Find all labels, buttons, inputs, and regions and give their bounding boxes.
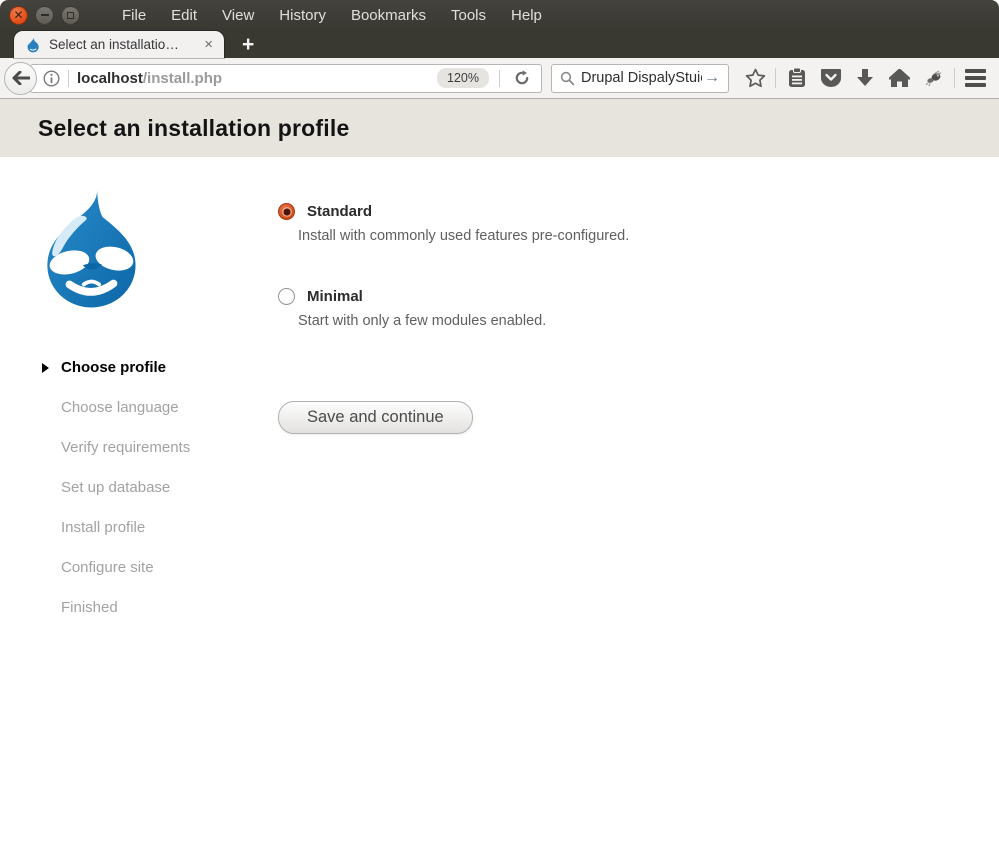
step-label: Set up database xyxy=(61,479,170,496)
profile-form: Standard Install with commonly used feat… xyxy=(278,185,629,637)
option-row: Minimal xyxy=(278,288,629,305)
window-maximize-button[interactable] xyxy=(61,6,80,25)
back-button[interactable] xyxy=(4,62,37,95)
toolbar-divider xyxy=(775,68,776,88)
menu-history[interactable]: History xyxy=(279,7,326,24)
profile-option-minimal: Minimal Start with only a few modules en… xyxy=(278,288,629,329)
step-set-up-database: Set up database xyxy=(33,477,278,499)
download-arrow-icon xyxy=(856,68,874,88)
radio-minimal[interactable] xyxy=(278,288,295,305)
browser-menubar: File Edit View History Bookmarks Tools H… xyxy=(122,7,542,24)
menu-bookmarks[interactable]: Bookmarks xyxy=(351,7,426,24)
bookmark-star-button[interactable] xyxy=(741,64,769,92)
active-step-arrow-icon xyxy=(42,363,49,373)
urlbar-divider-2 xyxy=(499,70,500,87)
step-label: Choose language xyxy=(61,399,179,416)
url-bar[interactable]: localhost/install.php 120% xyxy=(30,64,542,93)
toolbar-icons xyxy=(741,64,989,92)
navigation-toolbar: localhost/install.php 120% → xyxy=(0,58,999,99)
clipboard-icon xyxy=(787,67,807,89)
step-label: Configure site xyxy=(61,559,154,576)
step-install-profile: Install profile xyxy=(33,517,278,539)
reload-button[interactable] xyxy=(508,70,536,86)
extension-bug-button[interactable] xyxy=(920,64,948,92)
installer-content: Choose profile Choose language Verify re… xyxy=(0,157,999,637)
site-info-icon[interactable] xyxy=(43,70,60,87)
url-path: /install.php xyxy=(143,70,222,87)
extension-bug-icon xyxy=(924,69,944,87)
option-label-standard[interactable]: Standard xyxy=(307,203,372,220)
tab-active[interactable]: Select an installatio… × xyxy=(14,31,224,58)
page-header: Select an installation profile xyxy=(0,99,999,157)
step-configure-site: Configure site xyxy=(33,557,278,579)
profile-option-standard: Standard Install with commonly used feat… xyxy=(278,203,629,244)
step-label: Verify requirements xyxy=(61,439,190,456)
step-choose-language: Choose language xyxy=(33,397,278,419)
step-finished: Finished xyxy=(33,597,278,619)
toolbar-divider-2 xyxy=(954,68,955,88)
installer-sidebar: Choose profile Choose language Verify re… xyxy=(33,185,278,637)
search-input[interactable] xyxy=(581,70,702,86)
home-button[interactable] xyxy=(885,64,913,92)
search-icon xyxy=(560,71,575,86)
option-description-standard: Install with commonly used features pre-… xyxy=(298,228,629,244)
option-row: Standard xyxy=(278,203,629,220)
save-and-continue-button[interactable]: Save and continue xyxy=(278,401,473,434)
window-minimize-button[interactable] xyxy=(35,6,54,25)
urlbar-divider xyxy=(68,70,69,87)
option-label-minimal[interactable]: Minimal xyxy=(307,288,363,305)
hamburger-bar xyxy=(965,69,986,73)
radio-standard[interactable] xyxy=(278,203,295,220)
pocket-icon xyxy=(820,68,842,88)
hamburger-bar xyxy=(965,83,986,87)
zoom-level-badge[interactable]: 120% xyxy=(437,68,489,88)
url-host: localhost xyxy=(77,70,143,87)
page-title: Select an installation profile xyxy=(38,115,349,142)
window-controls: ✕ xyxy=(9,6,80,25)
pocket-button[interactable] xyxy=(817,64,845,92)
bookmarks-panel-button[interactable] xyxy=(783,64,811,92)
drupal-logo xyxy=(33,185,148,313)
tab-strip: Select an installatio… × + xyxy=(0,30,999,58)
step-label: Install profile xyxy=(61,519,145,536)
search-go-icon[interactable]: → xyxy=(702,69,722,87)
step-verify-requirements: Verify requirements xyxy=(33,437,278,459)
step-label: Choose profile xyxy=(61,359,166,376)
home-icon xyxy=(889,69,910,88)
menu-hamburger-button[interactable] xyxy=(961,64,989,92)
installer-steps: Choose profile Choose language Verify re… xyxy=(33,357,278,619)
menu-view[interactable]: View xyxy=(222,7,254,24)
option-description-minimal: Start with only a few modules enabled. xyxy=(298,313,629,329)
menu-tools[interactable]: Tools xyxy=(451,7,486,24)
step-label: Finished xyxy=(61,599,118,616)
tab-close-icon[interactable]: × xyxy=(202,37,215,52)
step-choose-profile: Choose profile xyxy=(33,357,278,379)
menu-file[interactable]: File xyxy=(122,7,146,24)
hamburger-bar xyxy=(965,76,986,80)
new-tab-button[interactable]: + xyxy=(236,34,260,55)
window-close-button[interactable]: ✕ xyxy=(9,6,28,25)
downloads-button[interactable] xyxy=(851,64,879,92)
back-arrow-icon xyxy=(12,71,30,85)
menu-edit[interactable]: Edit xyxy=(171,7,197,24)
tab-title: Select an installatio… xyxy=(49,37,194,52)
star-icon xyxy=(745,68,766,88)
menu-help[interactable]: Help xyxy=(511,7,542,24)
search-bar[interactable]: → xyxy=(551,64,729,93)
reload-icon xyxy=(514,70,530,86)
url-text[interactable]: localhost/install.php xyxy=(77,70,437,87)
window-titlebar: ✕ File Edit View History Bookmarks Tools… xyxy=(0,0,999,30)
drupal-favicon-icon xyxy=(25,37,41,53)
